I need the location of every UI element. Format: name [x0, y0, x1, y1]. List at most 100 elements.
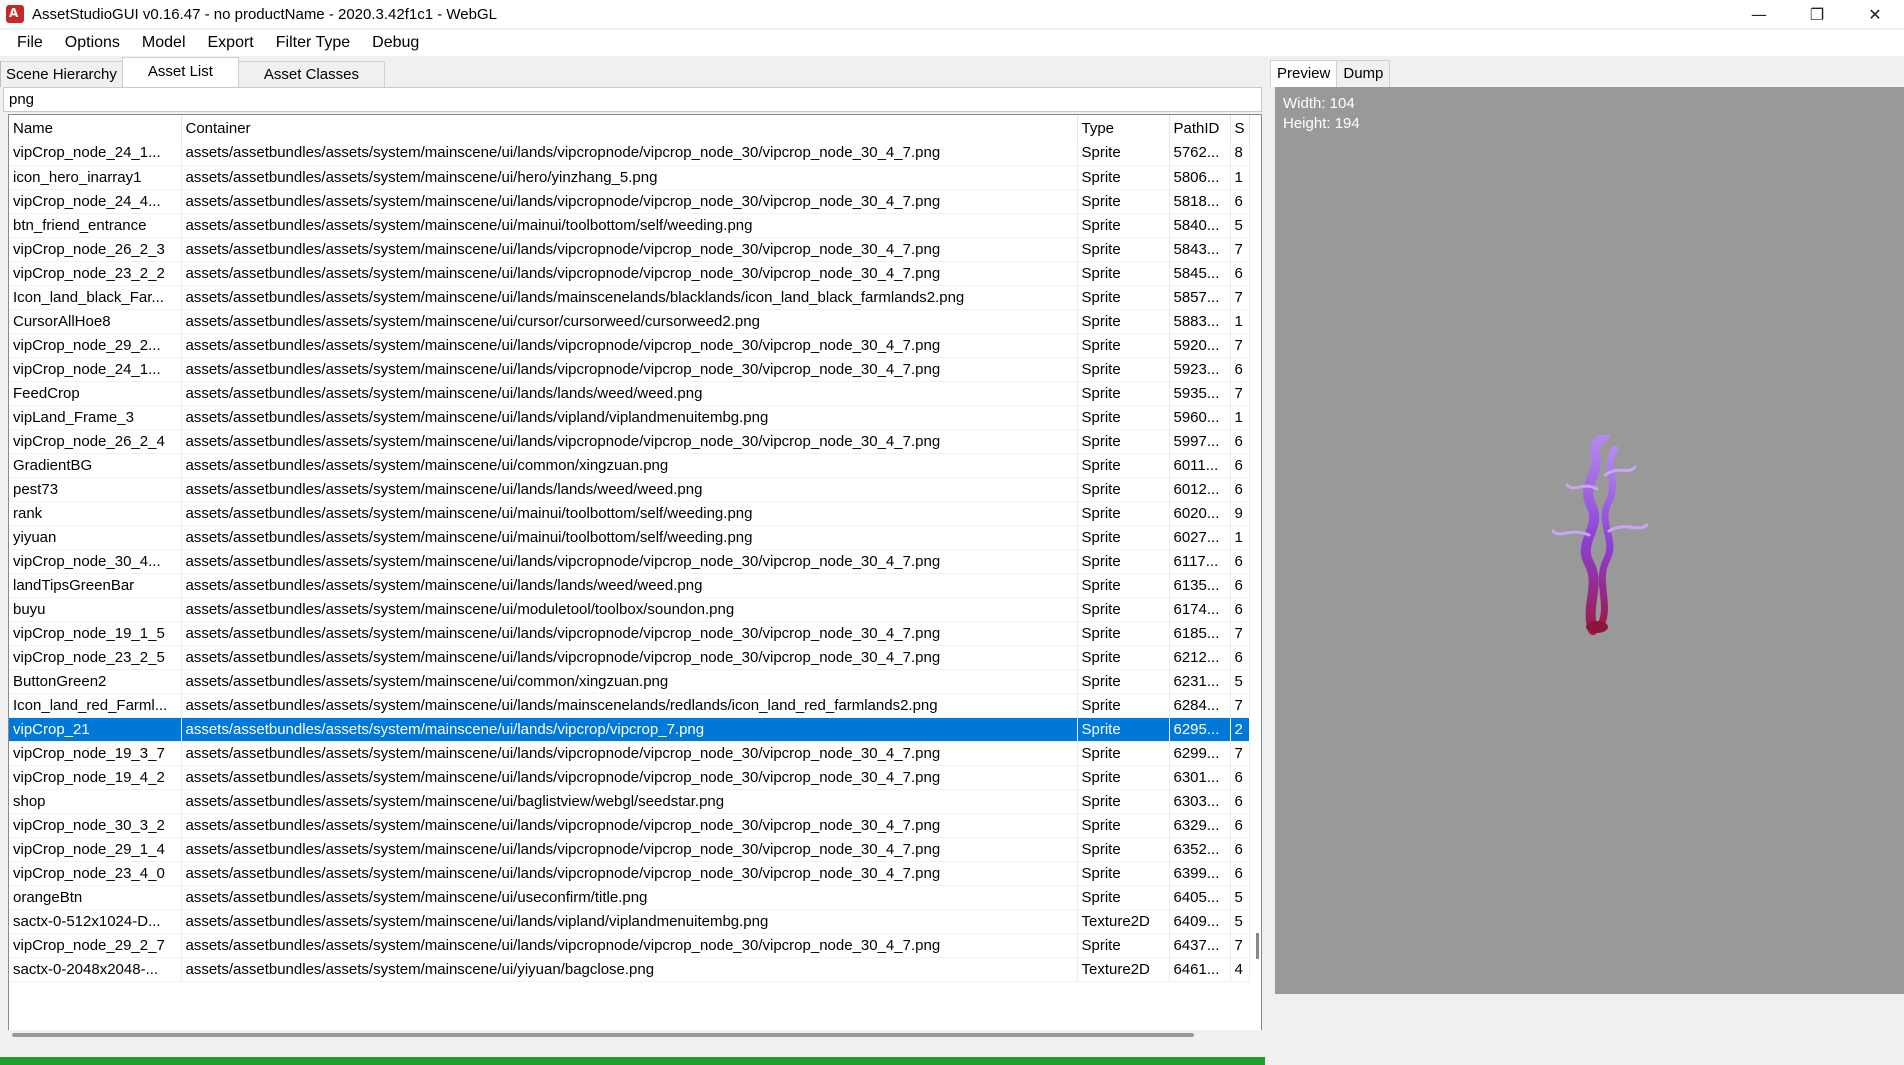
table-row[interactable]: vipCrop_node_19_1_5 assets/assetbundles/a… — [9, 621, 1250, 646]
table-row[interactable]: vipCrop_node_24_1... assets/assetbundles/… — [9, 357, 1250, 382]
cell-container: assets/assetbundles/assets/system/mainsc… — [181, 381, 1078, 406]
menu-export[interactable]: Export — [197, 30, 265, 56]
table-row[interactable]: vipCrop_node_30_3_2 assets/assetbundles/a… — [9, 813, 1250, 838]
table-row[interactable]: vipCrop_node_23_2_2 assets/assetbundles/a… — [9, 261, 1250, 286]
table-row[interactable]: Icon_land_red_Farml... assets/assetbundle… — [9, 693, 1250, 718]
cell-type: Sprite — [1077, 237, 1170, 262]
column-header-pathid[interactable]: PathID — [1169, 115, 1231, 141]
close-button[interactable]: ✕ — [1846, 0, 1904, 28]
table-row[interactable]: ButtonGreen2 assets/assetbundles/assets/s… — [9, 669, 1250, 694]
table-row[interactable]: btn_friend_entrance assets/assetbundles/a… — [9, 213, 1250, 238]
cell-type: Sprite — [1077, 885, 1170, 910]
cell-size: 7 — [1230, 285, 1250, 310]
table-row[interactable]: vipCrop_node_19_4_2 assets/assetbundles/a… — [9, 765, 1250, 790]
cell-pathid: 6329... — [1169, 813, 1231, 838]
horizontal-scrollbar-thumb[interactable] — [12, 1033, 1194, 1037]
table-row[interactable]: rank assets/assetbundles/assets/system/ma… — [9, 501, 1250, 526]
preview-info: Width: 104 Height: 194 — [1283, 94, 1360, 134]
cell-size: 6 — [1230, 813, 1250, 838]
cell-pathid: 6301... — [1169, 765, 1231, 790]
table-row[interactable]: vipCrop_node_29_2_7 assets/assetbundles/a… — [9, 933, 1250, 958]
menu-file[interactable]: File — [0, 30, 54, 56]
cell-container: assets/assetbundles/assets/system/mainsc… — [181, 237, 1078, 262]
cell-size: 1 — [1230, 405, 1250, 430]
table-row[interactable]: vipCrop_node_24_1... assets/assetbundles/… — [9, 141, 1250, 166]
preview-pane: Width: 104 Height: 194 — [1275, 87, 1904, 994]
cell-type: Sprite — [1077, 525, 1170, 550]
cell-type: Sprite — [1077, 597, 1170, 622]
cell-size: 1 — [1230, 525, 1250, 550]
filter-input[interactable] — [4, 88, 1261, 111]
cell-size: 9 — [1230, 501, 1250, 526]
table-row[interactable]: shop assets/assetbundles/assets/system/ma… — [9, 789, 1250, 814]
menu-model[interactable]: Model — [131, 30, 197, 56]
vertical-scrollbar-thumb[interactable] — [1256, 933, 1259, 959]
column-header-container[interactable]: Container — [181, 115, 1078, 141]
table-row[interactable]: vipCrop_node_23_4_0 assets/assetbundles/a… — [9, 861, 1250, 886]
table-row[interactable]: vipCrop_node_26_2_4 assets/assetbundles/a… — [9, 429, 1250, 454]
cell-size: 7 — [1230, 693, 1250, 718]
column-header-name[interactable]: Name — [9, 115, 182, 141]
table-row[interactable]: vipLand_Frame_3 assets/assetbundles/asset… — [9, 405, 1250, 430]
tab-asset-list[interactable]: Asset List — [121, 57, 239, 87]
cell-name: CursorAllHoe8 — [9, 309, 182, 334]
cell-container: assets/assetbundles/assets/system/mainsc… — [181, 261, 1078, 286]
table-row[interactable]: FeedCrop assets/assetbundles/assets/syste… — [9, 381, 1250, 406]
left-tab-strip: Scene Hierarchy Asset List Asset Classes — [0, 57, 1265, 87]
maximize-button[interactable]: ❐ — [1788, 0, 1846, 28]
column-header-type[interactable]: Type — [1077, 115, 1170, 141]
table-row[interactable]: vipCrop_node_23_2_5 assets/assetbundles/a… — [9, 645, 1250, 670]
table-row[interactable]: sactx-0-2048x2048-... assets/assetbundles… — [9, 957, 1250, 982]
table-row[interactable]: vipCrop_21 assets/assetbundles/assets/sys… — [9, 717, 1250, 742]
cell-pathid: 5920... — [1169, 333, 1231, 358]
table-row[interactable]: vipCrop_node_30_4... assets/assetbundles/… — [9, 549, 1250, 574]
table-row[interactable]: buyu assets/assetbundles/assets/system/ma… — [9, 597, 1250, 622]
cell-size: 5 — [1230, 885, 1250, 910]
horizontal-scrollbar[interactable] — [8, 1030, 1262, 1040]
cell-size: 7 — [1230, 741, 1250, 766]
table-row[interactable]: vipCrop_node_29_1_4 assets/assetbundles/a… — [9, 837, 1250, 862]
table-row[interactable]: GradientBG assets/assetbundles/assets/sys… — [9, 453, 1250, 478]
asset-list[interactable]: Name Container Type PathID S vipCrop_nod… — [8, 114, 1262, 1031]
minimize-button[interactable]: — — [1730, 0, 1788, 28]
cell-pathid: 5997... — [1169, 429, 1231, 454]
table-row[interactable]: sactx-0-512x1024-D... assets/assetbundles… — [9, 909, 1250, 934]
cell-container: assets/assetbundles/assets/system/mainsc… — [181, 957, 1078, 982]
column-header-size[interactable]: S — [1230, 115, 1250, 141]
cell-name: btn_friend_entrance — [9, 213, 182, 238]
tab-scene-hierarchy[interactable]: Scene Hierarchy — [0, 61, 123, 87]
tab-preview[interactable]: Preview — [1270, 60, 1338, 87]
table-row[interactable]: icon_hero_inarray1 assets/assetbundles/as… — [9, 165, 1250, 190]
cell-type: Sprite — [1077, 261, 1170, 286]
cell-name: shop — [9, 789, 182, 814]
right-panel: Preview Dump Width: 104 Height: 194 — [1270, 57, 1904, 1008]
cell-pathid: 6212... — [1169, 645, 1231, 670]
table-row[interactable]: vipCrop_node_26_2_3 assets/assetbundles/a… — [9, 237, 1250, 262]
cell-container: assets/assetbundles/assets/system/mainsc… — [181, 285, 1078, 310]
cell-pathid: 6437... — [1169, 933, 1231, 958]
table-row[interactable]: Icon_land_black_Far... assets/assetbundle… — [9, 285, 1250, 310]
cell-size: 6 — [1230, 837, 1250, 862]
table-row[interactable]: CursorAllHoe8 assets/assetbundles/assets/… — [9, 309, 1250, 334]
cell-type: Sprite — [1077, 573, 1170, 598]
cell-container: assets/assetbundles/assets/system/mainsc… — [181, 861, 1078, 886]
cell-pathid: 5935... — [1169, 381, 1231, 406]
cell-pathid: 6303... — [1169, 789, 1231, 814]
menu-debug[interactable]: Debug — [361, 30, 430, 56]
tab-dump[interactable]: Dump — [1336, 60, 1391, 87]
menu-options[interactable]: Options — [54, 30, 131, 56]
tab-asset-classes[interactable]: Asset Classes — [237, 61, 385, 87]
table-row[interactable]: orangeBtn assets/assetbundles/assets/syst… — [9, 885, 1250, 910]
table-row[interactable]: vipCrop_node_29_2... assets/assetbundles/… — [9, 333, 1250, 358]
table-row[interactable]: yiyuan assets/assetbundles/assets/system/… — [9, 525, 1250, 550]
cell-pathid: 6299... — [1169, 741, 1231, 766]
cell-name: vipCrop_node_24_1... — [9, 357, 182, 382]
table-row[interactable]: landTipsGreenBar assets/assetbundles/asse… — [9, 573, 1250, 598]
table-row[interactable]: pest73 assets/assetbundles/assets/system/… — [9, 477, 1250, 502]
menu-filter-type[interactable]: Filter Type — [265, 30, 361, 56]
cell-container: assets/assetbundles/assets/system/mainsc… — [181, 477, 1078, 502]
table-row[interactable]: vipCrop_node_19_3_7 assets/assetbundles/a… — [9, 741, 1250, 766]
cell-name: rank — [9, 501, 182, 526]
table-row[interactable]: vipCrop_node_24_4... assets/assetbundles/… — [9, 189, 1250, 214]
cell-name: vipCrop_node_23_2_5 — [9, 645, 182, 670]
